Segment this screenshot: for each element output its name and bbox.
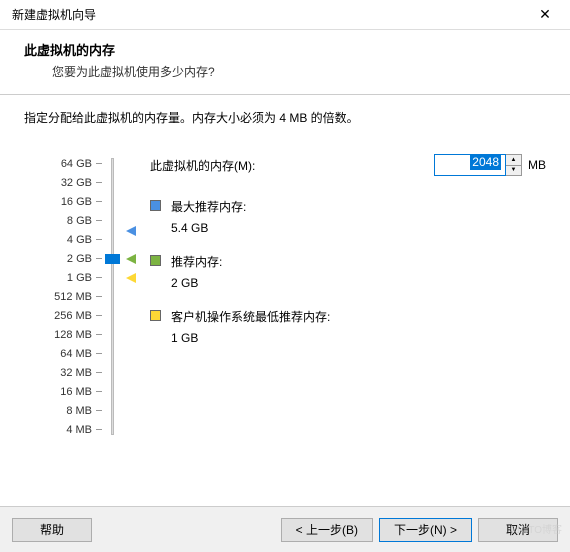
tick-16gb: 16 GB bbox=[24, 192, 102, 211]
tick-1gb: 1 GB bbox=[24, 268, 102, 287]
tick-64mb: 64 MB bbox=[24, 344, 102, 363]
tick-64gb: 64 GB bbox=[24, 154, 102, 173]
page-subtitle: 您要为此虚拟机使用多少内存? bbox=[52, 63, 546, 80]
slider-track bbox=[111, 158, 114, 435]
min-memory-value: 1 GB bbox=[171, 331, 546, 345]
rec-memory-value: 2 GB bbox=[171, 276, 546, 290]
tick-16mb: 16 MB bbox=[24, 382, 102, 401]
memory-area: 64 GB 32 GB 16 GB 8 GB 4 GB 2 GB 1 GB 51… bbox=[24, 154, 546, 439]
max-square-icon bbox=[150, 200, 161, 211]
tick-32gb: 32 GB bbox=[24, 173, 102, 192]
tick-8gb: 8 GB bbox=[24, 211, 102, 230]
tick-4mb: 4 MB bbox=[24, 420, 102, 439]
tick-128mb: 128 MB bbox=[24, 325, 102, 344]
cancel-button[interactable]: 取消 bbox=[478, 518, 558, 542]
memory-input-row: 此虚拟机的内存(M): 2048 ▲ ▼ MB bbox=[150, 154, 546, 176]
slider-handle[interactable] bbox=[105, 254, 120, 264]
tick-8mb: 8 MB bbox=[24, 401, 102, 420]
rec-square-icon bbox=[150, 255, 161, 266]
memory-input-wrap: 2048 ▲ ▼ MB bbox=[434, 154, 546, 176]
close-icon[interactable]: ✕ bbox=[530, 6, 560, 23]
tick-2gb: 2 GB bbox=[24, 249, 102, 268]
tick-4gb: 4 GB bbox=[24, 230, 102, 249]
memory-input[interactable]: 2048 bbox=[434, 154, 506, 176]
content-area: 指定分配给此虚拟机的内存量。内存大小必须为 4 MB 的倍数。 64 GB 32… bbox=[0, 95, 570, 449]
instruction-text: 指定分配给此虚拟机的内存量。内存大小必须为 4 MB 的倍数。 bbox=[24, 109, 546, 126]
window-title: 新建虚拟机向导 bbox=[12, 6, 96, 23]
max-memory-value: 5.4 GB bbox=[171, 221, 546, 235]
rec-memory-label: 推荐内存: bbox=[171, 253, 222, 270]
memory-unit: MB bbox=[528, 158, 546, 172]
rec-memory-row: 推荐内存: bbox=[150, 253, 546, 270]
min-marker-icon bbox=[126, 273, 136, 283]
min-memory-label: 客户机操作系统最低推荐内存: bbox=[171, 308, 330, 325]
help-button[interactable]: 帮助 bbox=[12, 518, 92, 542]
memory-slider[interactable] bbox=[102, 154, 124, 439]
slider-markers bbox=[124, 154, 146, 439]
spinner-up-icon[interactable]: ▲ bbox=[506, 155, 521, 166]
wizard-header: 此虚拟机的内存 您要为此虚拟机使用多少内存? bbox=[0, 30, 570, 94]
tick-256mb: 256 MB bbox=[24, 306, 102, 325]
tick-512mb: 512 MB bbox=[24, 287, 102, 306]
memory-info: 最大推荐内存: 5.4 GB 推荐内存: 2 GB 客户机操作系统最低推荐内存:… bbox=[150, 198, 546, 345]
max-memory-row: 最大推荐内存: bbox=[150, 198, 546, 215]
rec-marker-icon bbox=[126, 254, 136, 264]
min-memory-row: 客户机操作系统最低推荐内存: bbox=[150, 308, 546, 325]
memory-details: 此虚拟机的内存(M): 2048 ▲ ▼ MB 最大推荐内存: 5.4 GB bbox=[146, 154, 546, 439]
max-memory-label: 最大推荐内存: bbox=[171, 198, 246, 215]
memory-spinner[interactable]: ▲ ▼ bbox=[506, 154, 522, 176]
titlebar: 新建虚拟机向导 ✕ bbox=[0, 0, 570, 30]
spinner-down-icon[interactable]: ▼ bbox=[506, 166, 521, 176]
wizard-footer: 帮助 < 上一步(B) 下一步(N) > 取消 bbox=[0, 506, 570, 552]
tick-32mb: 32 MB bbox=[24, 363, 102, 382]
scale-labels: 64 GB 32 GB 16 GB 8 GB 4 GB 2 GB 1 GB 51… bbox=[24, 154, 102, 439]
memory-label: 此虚拟机的内存(M): bbox=[150, 157, 255, 174]
min-square-icon bbox=[150, 310, 161, 321]
back-button[interactable]: < 上一步(B) bbox=[281, 518, 373, 542]
page-title: 此虚拟机的内存 bbox=[24, 40, 546, 59]
max-marker-icon bbox=[126, 226, 136, 236]
next-button[interactable]: 下一步(N) > bbox=[379, 518, 472, 542]
